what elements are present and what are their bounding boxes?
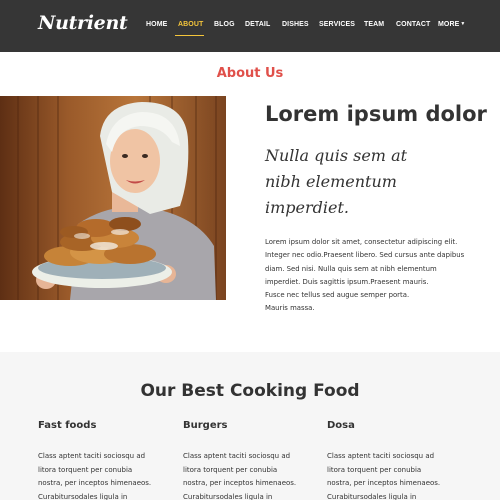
about-script-line: Nulla quis sem at [265, 146, 408, 165]
about-body-line: imperdiet. Duis sagittis ipsum.Praesent … [265, 277, 429, 286]
nav-item-more-label: MORE [438, 21, 460, 28]
food-column-fast-foods: Fast foods Class aptent taciti sociosqu … [38, 420, 178, 500]
nav-item-dishes[interactable]: DISHES [282, 21, 309, 28]
food-column-line: Curabitursodales ligula in [38, 492, 128, 500]
nav-item-team[interactable]: TEAM [364, 21, 384, 28]
nav-item-blog[interactable]: BLOG [214, 21, 235, 28]
food-column-text: Class aptent taciti sociosqu ad litora t… [183, 450, 323, 500]
about-body-text: Lorem ipsum dolor sit amet, consectetur … [265, 236, 500, 316]
food-column-burgers: Burgers Class aptent taciti sociosqu ad … [183, 420, 323, 500]
nav-item-detail[interactable]: DETAIL [245, 21, 270, 28]
about-body-line: Integer nec odio.Praesent libero. Sed cu… [265, 251, 465, 260]
food-column-title: Fast foods [38, 420, 97, 431]
food-column-line: Curabitursodales ligula in [183, 492, 273, 500]
food-column-title: Dosa [327, 420, 355, 431]
food-column-line: Class aptent taciti sociosqu ad [183, 452, 291, 460]
food-column-line: Class aptent taciti sociosqu ad [327, 452, 435, 460]
food-column-text: Class aptent taciti sociosqu ad litora t… [38, 450, 178, 500]
nav-item-about[interactable]: ABOUT [178, 21, 203, 28]
chef-girl-with-pancakes-image [0, 96, 226, 300]
brand-logo[interactable]: Nutrient [38, 12, 128, 34]
about-body-line: Fusce nec tellus sed augue semper porta. [265, 291, 410, 300]
about-body-line: Mauris massa. [265, 304, 315, 313]
about-title: Lorem ipsum dolor [265, 102, 487, 126]
about-section-heading: About Us [216, 66, 284, 81]
food-column-line: nostra, per inceptos himenaeos. [327, 479, 441, 487]
about-script-line: imperdiet. [265, 198, 349, 217]
about-subtitle-script: Nulla quis sem at nibh elementum imperdi… [265, 143, 485, 221]
food-column-line: nostra, per inceptos himenaeos. [183, 479, 297, 487]
food-column-line: litora torquent per conubia [38, 465, 133, 474]
active-nav-underline [175, 35, 204, 36]
food-column-line: litora torquent per conubia [327, 465, 422, 474]
about-body-line: diam. Sed nisi. Nulla quis sem at nibh e… [265, 264, 437, 273]
food-column-title: Burgers [183, 420, 228, 431]
food-column-line: Class aptent taciti sociosqu ad [38, 452, 146, 460]
nav-item-contact[interactable]: CONTACT [396, 21, 430, 28]
food-column-text: Class aptent taciti sociosqu ad litora t… [327, 450, 467, 500]
photo-illustration [0, 96, 226, 300]
top-navbar: Nutrient HOME ABOUT BLOG DETAIL DISHES S… [0, 0, 500, 52]
nav-item-home[interactable]: HOME [146, 21, 167, 28]
about-body-line: Lorem ipsum dolor sit amet, consectetur … [265, 238, 458, 246]
food-column-line: nostra, per inceptos himenaeos. [38, 479, 152, 487]
nav-item-more[interactable]: MORE▼ [438, 21, 465, 28]
food-column-line: litora torquent per conubia [183, 465, 278, 474]
nav-item-services[interactable]: SERVICES [319, 21, 355, 28]
chevron-down-icon: ▼ [460, 21, 466, 27]
about-script-line: nibh elementum [265, 172, 397, 191]
food-column-line: Curabitursodales ligula in [327, 492, 417, 500]
food-column-dosa: Dosa Class aptent taciti sociosqu ad lit… [327, 420, 467, 500]
best-food-heading: Our Best Cooking Food [140, 381, 360, 401]
